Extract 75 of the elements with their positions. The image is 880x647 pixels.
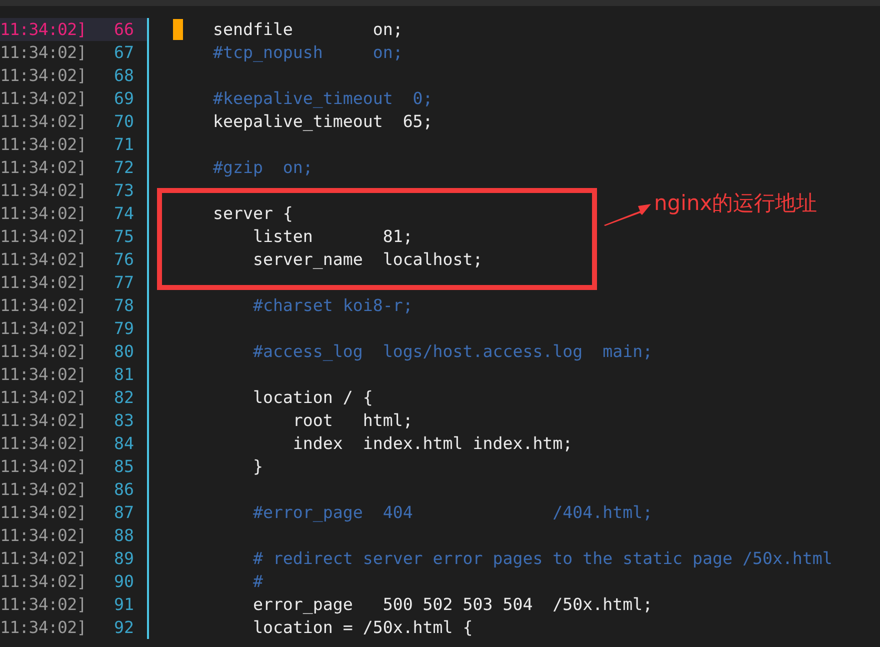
code-comment: #tcp_nopush on;	[213, 42, 403, 64]
line-number: 90	[114, 570, 134, 592]
timestamp: 11:34:02]	[0, 502, 88, 524]
timestamp: 11:34:02]	[0, 594, 88, 616]
timestamp: 11:34:02]	[0, 18, 88, 40]
timestamp: 11:34:02]	[0, 294, 88, 316]
timestamp: 11:34:02]	[0, 386, 88, 408]
code-comment: #access_log logs/host.access.log main;	[252, 340, 653, 362]
timestamp: 11:34:02]	[0, 156, 88, 178]
line-number: 67	[114, 42, 134, 64]
timestamp: 11:34:02]	[0, 88, 88, 110]
timestamp: 11:34:02]	[0, 226, 88, 248]
line-number: 83	[114, 410, 134, 432]
line-number: 76	[114, 248, 134, 270]
arrow-icon	[604, 204, 651, 226]
code-comment: #gzip on;	[213, 156, 313, 178]
code-line: listen 81;	[252, 226, 413, 248]
code-line: sendfile on;	[213, 18, 403, 40]
code-line: server {	[213, 202, 293, 224]
line-number: 86	[114, 478, 134, 500]
line-number: 85	[114, 456, 134, 478]
code-line: server_name localhost;	[252, 248, 483, 270]
timestamp: 11:34:02]	[0, 340, 88, 362]
code-line: keepalive_timeout 65;	[213, 110, 433, 132]
line-number: 68	[114, 64, 134, 86]
line-number: 87	[114, 502, 134, 524]
line-number: 81	[114, 364, 134, 386]
timestamp: 11:34:02]	[0, 364, 88, 386]
line-number: 91	[114, 594, 134, 616]
timestamp: 11:34:02]	[0, 202, 88, 224]
timestamp: 11:34:02]	[0, 248, 88, 270]
code-comment: # redirect server error pages to the static page /50x.html	[252, 548, 832, 570]
line-number: 84	[114, 432, 134, 454]
line-number: 74	[114, 202, 134, 224]
line-number: 80	[114, 340, 134, 362]
code-comment: #	[252, 570, 263, 592]
timestamp: 11:34:02]	[0, 410, 88, 432]
line-number: 89	[114, 548, 134, 570]
timestamp: 11:34:02]	[0, 570, 88, 592]
code-line: index index.html index.htm;	[292, 432, 573, 454]
timestamp: 11:34:02]	[0, 524, 88, 546]
code-comment: #keepalive_timeout 0;	[213, 88, 433, 110]
timestamp: 11:34:02]	[0, 134, 88, 156]
line-number: 71	[114, 134, 134, 156]
timestamp: 11:34:02]	[0, 272, 88, 294]
annotation-label: nginx的运行地址	[654, 190, 818, 217]
timestamp: 11:34:02]	[0, 318, 88, 340]
line-number: 73	[114, 180, 134, 202]
timestamp: 11:34:02]	[0, 180, 88, 202]
line-number: 69	[114, 88, 134, 110]
code-line: location = /50x.html {	[252, 616, 473, 638]
line-number: 92	[114, 616, 134, 638]
line-number: 70	[114, 110, 134, 132]
timestamp: 11:34:02]	[0, 478, 88, 500]
line-number: 75	[114, 226, 134, 248]
code-line: error_page 500 502 503 504 /50x.html;	[252, 594, 653, 616]
timestamp: 11:34:02]	[0, 110, 88, 132]
code-line: location / {	[252, 386, 373, 408]
line-number: 72	[114, 156, 134, 178]
line-number: 88	[114, 524, 134, 546]
code-comment: #error_page 404 /404.html;	[252, 502, 653, 524]
timestamp: 11:34:02]	[0, 432, 88, 454]
line-number: 78	[114, 294, 134, 316]
code-comment: #charset koi8-r;	[252, 294, 413, 316]
timestamp: 11:34:02]	[0, 42, 88, 64]
line-number: 82	[114, 386, 134, 408]
timestamp: 11:34:02]	[0, 64, 88, 86]
line-number: 77	[114, 272, 134, 294]
code-line: root html;	[292, 410, 413, 432]
line-number: 66	[114, 18, 134, 40]
timestamp: 11:34:02]	[0, 616, 88, 638]
timestamp: 11:34:02]	[0, 548, 88, 570]
code-line: }	[252, 456, 263, 478]
line-number: 79	[114, 318, 134, 340]
timestamp: 11:34:02]	[0, 456, 88, 478]
